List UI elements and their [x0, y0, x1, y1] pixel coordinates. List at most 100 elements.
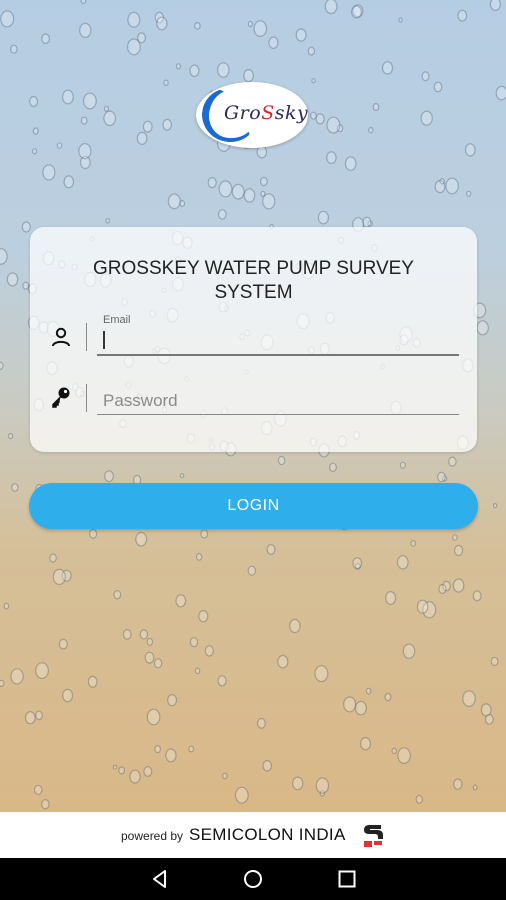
login-card: GROSSKEY WATER PUMP SURVEY SYSTEM Email — [30, 227, 477, 452]
raindrop — [22, 281, 30, 290]
raindrop — [472, 784, 478, 791]
raindrop — [262, 759, 272, 772]
raindrop — [80, 116, 88, 125]
raindrop — [437, 471, 446, 483]
brand-name: SEMICOLON INDIA — [189, 825, 346, 844]
raindrop — [402, 643, 416, 659]
login-button[interactable]: LOGIN — [29, 483, 478, 529]
raindrop — [175, 594, 187, 608]
raindrop — [137, 32, 147, 44]
raindrop — [188, 745, 195, 753]
raindrop — [324, 0, 338, 15]
raindrop — [32, 127, 39, 135]
raindrop — [351, 5, 362, 19]
raindrop — [343, 696, 357, 713]
password-field[interactable] — [99, 387, 459, 415]
raindrop — [310, 111, 317, 120]
raindrop — [315, 777, 330, 794]
raindrop — [49, 553, 57, 563]
raindrop — [231, 183, 245, 200]
raindrop — [368, 126, 374, 134]
raindrop — [480, 703, 492, 717]
raindrop — [326, 151, 337, 165]
raindrop — [165, 748, 177, 763]
raindrop — [360, 737, 372, 751]
raindrop — [105, 218, 110, 224]
raindrop — [452, 534, 458, 541]
raindrop — [142, 120, 153, 133]
raindrop — [217, 209, 227, 220]
raindrop — [218, 180, 233, 198]
raindrop — [113, 590, 122, 600]
raindrop — [21, 221, 31, 233]
raindrop — [189, 636, 199, 648]
raindrop — [454, 544, 464, 557]
raindrop — [82, 92, 97, 110]
raindrop — [464, 143, 476, 157]
raindrop — [58, 638, 68, 650]
raindrop — [35, 662, 49, 679]
raindrop — [326, 116, 341, 134]
raindrop — [167, 694, 178, 707]
raindrop — [61, 89, 74, 105]
raindrop — [397, 747, 411, 764]
raindrop — [52, 568, 66, 586]
raindrop — [189, 64, 200, 77]
raindrop — [35, 710, 43, 721]
android-navigation-bar — [0, 858, 506, 900]
raindrop — [154, 744, 162, 754]
raindrop — [352, 557, 363, 570]
raindrop — [490, 656, 499, 667]
raindrop — [416, 599, 429, 614]
app-title: GROSSKEY WATER PUMP SURVEY SYSTEM — [93, 258, 414, 303]
raindrop — [247, 20, 253, 28]
raindrop — [194, 667, 201, 675]
raindrop — [433, 81, 443, 93]
raindrop — [289, 618, 301, 634]
raindrop — [24, 711, 36, 725]
raindrop — [163, 79, 169, 87]
raindrop — [156, 16, 168, 31]
raindrop — [162, 118, 172, 131]
email-underline — [97, 354, 459, 356]
raindrop — [222, 772, 228, 780]
raindrop — [329, 462, 337, 472]
raindrop — [139, 629, 149, 640]
raindrop — [381, 61, 394, 75]
raindrop — [122, 629, 132, 640]
raindrop — [80, 0, 87, 5]
email-icon-divider — [86, 323, 87, 351]
raindrop — [129, 769, 141, 784]
raindrop — [439, 178, 445, 185]
raindrop — [6, 272, 19, 287]
raindrop — [234, 786, 249, 804]
raindrop — [399, 461, 406, 469]
password-icon-divider — [86, 384, 87, 412]
grosskey-logo: GroSsky — [196, 82, 308, 148]
raindrop — [253, 20, 268, 37]
raindrop — [0, 248, 8, 265]
raindrop — [10, 668, 24, 685]
text-cursor — [103, 331, 105, 349]
raindrop — [247, 565, 256, 576]
raindrop — [466, 190, 472, 197]
raindrop — [8, 433, 14, 440]
back-icon[interactable] — [148, 867, 172, 891]
raindrop — [0, 361, 4, 371]
raindrop — [41, 33, 50, 44]
raindrop — [472, 590, 482, 602]
password-underline — [97, 414, 459, 415]
raindrop — [204, 645, 214, 657]
email-field[interactable] — [99, 325, 459, 353]
raindrop — [292, 776, 304, 791]
raindrop — [179, 200, 186, 208]
raindrop — [56, 142, 63, 149]
raindrop — [29, 95, 39, 107]
raindrop — [0, 679, 5, 687]
home-icon[interactable] — [241, 867, 265, 891]
raindrop — [260, 176, 268, 187]
raindrop — [79, 22, 92, 38]
raindrop — [391, 747, 397, 755]
recents-icon[interactable] — [335, 867, 359, 891]
raindrop — [317, 210, 329, 225]
